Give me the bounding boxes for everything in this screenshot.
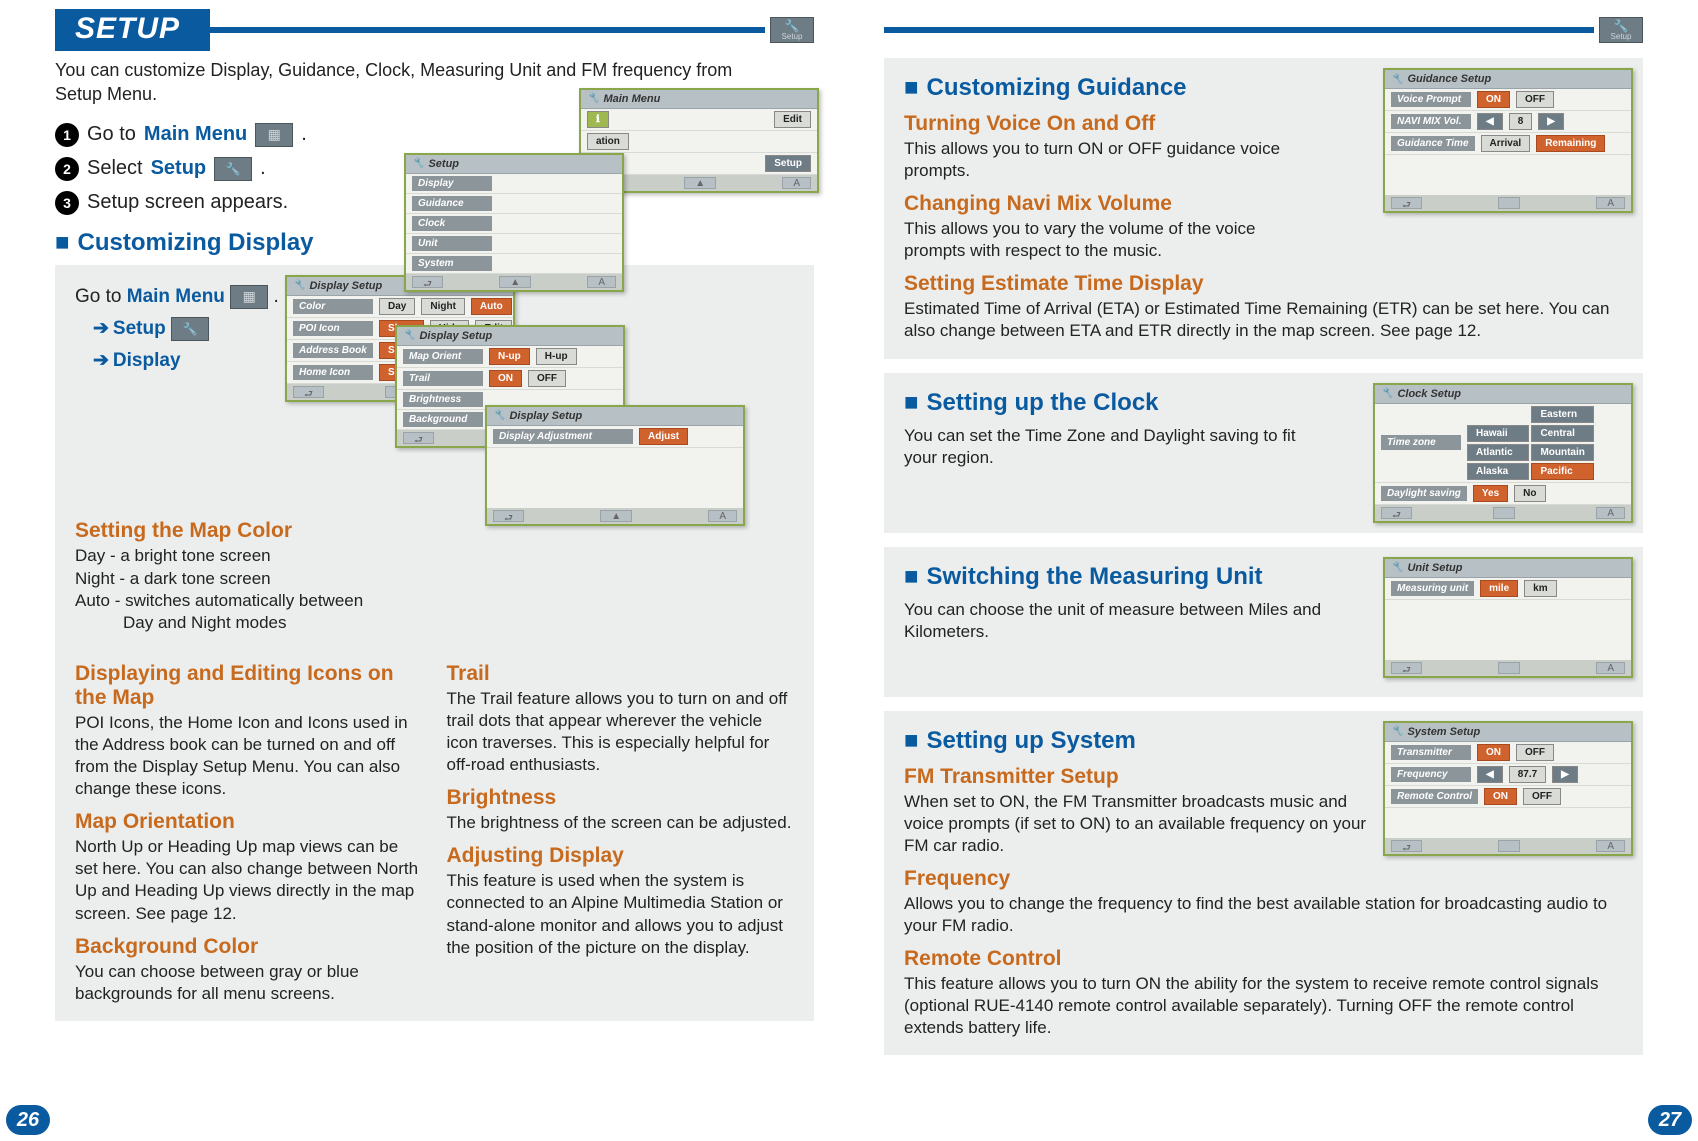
setup-mini-icon — [214, 157, 252, 181]
step-1-badge: 1 — [55, 123, 79, 147]
customizing-display-box: Go to Main Menu . ➔Setup ➔Display 🔧Displ… — [55, 265, 814, 1021]
trail-head: Trail — [447, 662, 795, 686]
unit-box: ■Switching the Measuring Unit You can ch… — [884, 547, 1643, 697]
step-2-badge: 2 — [55, 157, 79, 181]
steps: 1 Go to Main Menu . 2 Select Setup . 3 S… — [55, 123, 814, 215]
wrench-icon: 🔧 — [785, 20, 800, 32]
freq-up[interactable]: ▶ — [1552, 766, 1578, 783]
main-menu-icon — [255, 123, 293, 147]
title-rule — [210, 27, 765, 33]
screenshot-unit-setup: 🔧Unit Setup Measuring unitmilekm ⮐A — [1383, 557, 1633, 678]
info-icon: ℹ — [587, 111, 609, 128]
step-2-text-a: Select — [87, 157, 143, 180]
vol-up[interactable]: ▶ — [1538, 113, 1564, 130]
title-bar: SETUP 🔧 Setup — [55, 10, 814, 50]
step-2-link: Setup — [151, 157, 207, 180]
clock-box: ■Setting up the Clock You can set the Ti… — [884, 373, 1643, 533]
step-1-text-a: Go to — [87, 123, 136, 146]
wrench-icon: 🔧 — [1614, 20, 1629, 32]
setup-mini-icon — [171, 317, 209, 341]
trail-body: The Trail feature allows you to turn on … — [447, 688, 795, 776]
screenshot-display-setup-3: 🔧Display Setup Display AdjustmentAdjust … — [485, 405, 745, 526]
bright-head: Brightness — [447, 786, 795, 810]
page-number-left: 26 — [6, 1105, 50, 1135]
bg-head: Background Color — [75, 935, 423, 959]
screenshot-setup: 🔧Setup Display Guidance Clock Unit Syste… — [404, 153, 624, 292]
setup-badge-label: Setup — [782, 32, 803, 41]
step-1-text-b: . — [301, 123, 307, 146]
setup-badge-icon-right: 🔧 Setup — [1599, 17, 1643, 43]
screenshot-guidance-setup: 🔧Guidance Setup Voice PromptONOFF NAVI M… — [1383, 68, 1633, 213]
map-color-l2: Night - a dark tone screen — [75, 568, 794, 590]
step-3-badge: 3 — [55, 191, 79, 215]
icons-body: POI Icons, the Home Icon and Icons used … — [75, 712, 423, 800]
vol-down[interactable]: ◀ — [1477, 113, 1503, 130]
setup-title-tab: SETUP — [55, 9, 210, 51]
freq-down[interactable]: ◀ — [1477, 766, 1503, 783]
adj-body: This feature is used when the system is … — [447, 870, 795, 958]
bg-body: You can choose between gray or blue back… — [75, 961, 423, 1005]
adj-head: Adjusting Display — [447, 844, 795, 868]
edit-button[interactable]: Edit — [774, 111, 811, 128]
orient-head: Map Orientation — [75, 810, 423, 834]
guidance-box: ■Customizing Guidance Turning Voice On a… — [884, 58, 1643, 359]
title-rule-right — [884, 27, 1594, 33]
step-1-link: Main Menu — [144, 123, 247, 146]
map-color-l3: Auto - switches automatically between — [75, 590, 794, 612]
icons-head: Displaying and Editing Icons on the Map — [75, 662, 423, 710]
setup-badge-icon: 🔧 Setup — [770, 17, 814, 43]
orient-body: North Up or Heading Up map views can be … — [75, 836, 423, 924]
map-color-l4: Day and Night modes — [75, 612, 794, 634]
bright-body: The brightness of the screen can be adju… — [447, 812, 795, 834]
screenshot-clock-setup: 🔧Clock Setup Time zone Eastern Hawaii Ce… — [1373, 383, 1633, 523]
main-menu-icon — [230, 285, 268, 309]
step-2-text-b: . — [260, 157, 266, 180]
setup-button[interactable]: Setup — [765, 155, 811, 172]
wrench-icon: 🔧 — [587, 93, 599, 104]
step-3-text: Setup screen appears. — [87, 191, 288, 214]
title-bar-right: 🔧 Setup — [884, 10, 1643, 50]
page-number-right: 27 — [1648, 1105, 1692, 1135]
screenshot-system-setup: 🔧System Setup TransmitterONOFF Frequency… — [1383, 721, 1633, 856]
map-color-l1: Day - a bright tone screen — [75, 545, 794, 567]
system-box: ■Setting up System FM Transmitter Setup … — [884, 711, 1643, 1056]
page-right: 🔧 Setup ■Customizing Guidance Turning Vo… — [849, 0, 1698, 1141]
page-left: SETUP 🔧 Setup You can customize Display,… — [0, 0, 849, 1141]
